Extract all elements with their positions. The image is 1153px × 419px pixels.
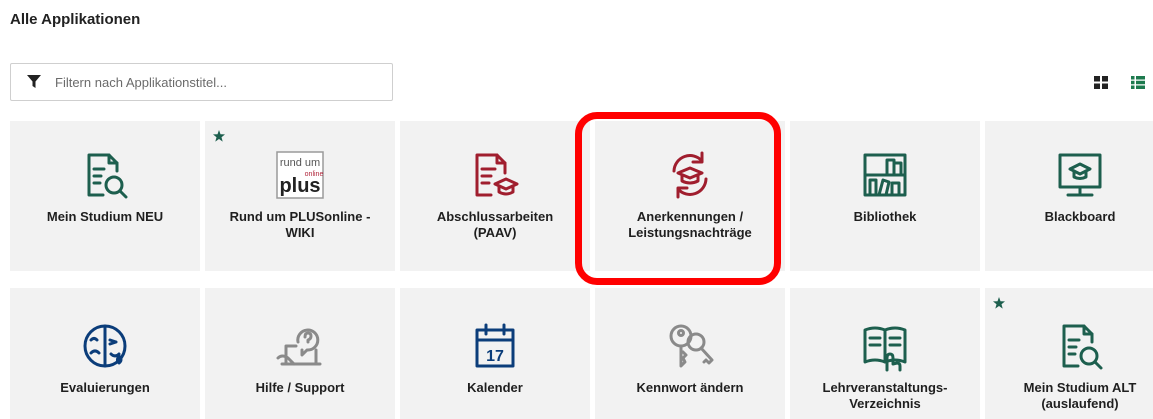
calendar-icon: 17 xyxy=(465,316,525,376)
app-grid: Mein Studium NEU rund um online plus Run… xyxy=(10,121,1153,419)
app-label: Kalender xyxy=(467,380,523,395)
app-label: Lehrveranstaltungs-Verzeichnis xyxy=(822,380,948,411)
calendar-day: 17 xyxy=(486,348,504,365)
app-label: Abschlussarbeiten (PAAV) xyxy=(436,209,554,240)
app-tile-hilfe-support[interactable]: Hilfe / Support xyxy=(205,288,395,419)
app-label: Mein Studium ALT (auslaufend) xyxy=(1023,380,1137,411)
app-tile-anerkennungen[interactable]: Anerkennungen / Leistungsnachträge xyxy=(595,121,785,271)
blackboard-graduation-icon xyxy=(1050,145,1110,205)
app-tile-mein-studium-alt[interactable]: Mein Studium ALT (auslaufend) xyxy=(985,288,1153,419)
app-label: Bibliothek xyxy=(853,209,917,224)
app-label: Hilfe / Support xyxy=(255,380,345,395)
star-icon[interactable] xyxy=(213,129,225,142)
keys-icon xyxy=(660,316,720,376)
app-label: Kennwort ändern xyxy=(636,380,744,395)
page-title: Alle Applikationen xyxy=(10,11,141,28)
app-label: Anerkennungen / Leistungsnachträge xyxy=(628,209,752,240)
document-search-icon xyxy=(75,145,135,205)
app-tile-kalender[interactable]: 17 Kalender xyxy=(400,288,590,419)
graduation-cap-refresh-icon xyxy=(660,145,720,205)
app-tile-bibliothek[interactable]: Bibliothek xyxy=(790,121,980,271)
app-label: Rund um PLUSonline - WIKI xyxy=(229,209,371,240)
bookshelf-icon xyxy=(855,145,915,205)
app-tile-rund-um-plusonline[interactable]: rund um online plus Rund um PLUSonline -… xyxy=(205,121,395,271)
app-tile-evaluierungen[interactable]: Evaluierungen xyxy=(10,288,200,419)
app-tile-mein-studium-neu[interactable]: Mein Studium NEU xyxy=(10,121,200,271)
logo-text-rund-um: rund um xyxy=(280,157,320,169)
evaluation-faces-icon xyxy=(75,316,135,376)
app-tile-kennwort-aendern[interactable]: Kennwort ändern xyxy=(595,288,785,419)
grid-view-icon[interactable] xyxy=(1094,76,1108,89)
open-book-icon xyxy=(855,316,915,376)
app-label: Mein Studium NEU xyxy=(46,209,164,224)
app-label: Evaluierungen xyxy=(60,380,150,395)
funnel-icon xyxy=(27,73,45,91)
document-graduation-cap-icon xyxy=(465,145,525,205)
rund-um-plus-online-logo: rund um online plus xyxy=(270,145,330,205)
help-laptop-icon xyxy=(270,316,330,376)
app-tile-blackboard[interactable]: Blackboard xyxy=(985,121,1153,271)
filter-input[interactable] xyxy=(55,64,392,100)
logo-text-plus: plus xyxy=(279,175,320,197)
list-view-icon[interactable] xyxy=(1131,76,1145,89)
star-icon[interactable] xyxy=(993,296,1005,309)
app-label: Blackboard xyxy=(1044,209,1116,224)
app-tile-abschlussarbeiten[interactable]: Abschlussarbeiten (PAAV) xyxy=(400,121,590,271)
filter-field[interactable] xyxy=(10,63,393,101)
app-tile-lehrveranstaltungsverzeichnis[interactable]: Lehrveranstaltungs-Verzeichnis xyxy=(790,288,980,419)
document-search-icon xyxy=(1050,316,1110,376)
